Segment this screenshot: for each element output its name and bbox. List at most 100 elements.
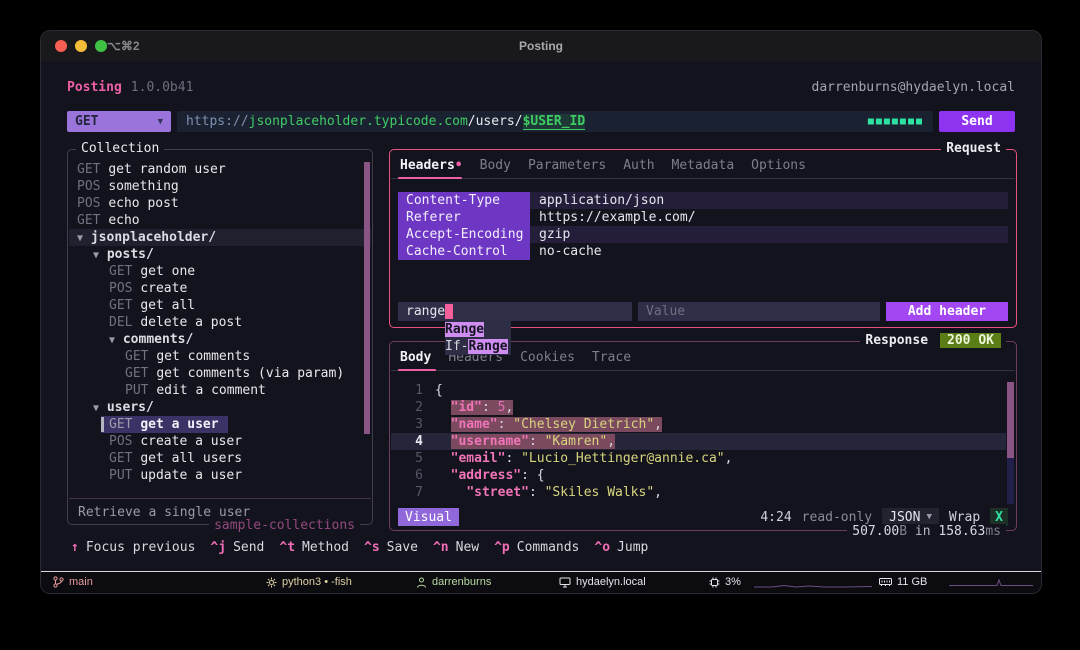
collection-item[interactable]: GET get random user [69,161,371,178]
tab-headers[interactable]: Headers• [400,158,463,173]
code-line[interactable]: 3 "name": "Chelsey Dietrich", [391,416,1006,433]
method-select[interactable]: GET ▼ [67,111,171,132]
autocomplete-option[interactable]: If-Range [445,338,511,355]
add-header-button[interactable]: Add header [886,302,1008,321]
wrap-label: Wrap [949,510,980,525]
status-badge: 200 OK [940,333,1001,348]
collection-item[interactable]: GET get a user [69,416,371,433]
tab-metadata[interactable]: Metadata [672,158,735,173]
autocomplete-option[interactable]: Range [445,321,511,338]
url-input[interactable]: https://jsonplaceholder.typicode.com/use… [177,111,933,132]
keybinding-label: Method [302,540,349,555]
tab-trace[interactable]: Trace [592,350,631,365]
code-line[interactable]: 1{ [391,382,1006,399]
url-path: /users/ [468,114,523,129]
request-method: GET [77,162,108,177]
tab-cookies[interactable]: Cookies [520,350,575,365]
token-punc: { [435,383,443,398]
header-name-input[interactable]: range [398,302,632,321]
request-tabs: Headers• Body Parameters Auth Metadata Option… [400,158,806,173]
tab-options[interactable]: Options [751,158,806,173]
keybinding[interactable]: ↑Focus previous [71,540,195,555]
keybinding[interactable]: ^sSave [364,540,418,555]
code-line[interactable]: 7 "street": "Skiles Walks", [391,484,1006,501]
collection-folder[interactable]: ▼ jsonplaceholder/ [69,229,371,246]
keybinding-label: New [456,540,479,555]
method-value: GET [75,114,98,129]
keybinding[interactable]: ^nNew [433,540,479,555]
response-body-editor[interactable]: 1{2 "id": 5,3 "name": "Chelsey Dietrich"… [391,382,1006,501]
collection-item[interactable]: GET get comments [69,348,371,365]
collection-item[interactable]: POS echo post [69,195,371,212]
titlebar: ⌥⌘2 Posting [41,31,1041,62]
tab-parameters[interactable]: Parameters [528,158,606,173]
collection-panel: Collection GET get random userPOS someth… [67,149,373,525]
token-punc: , [654,485,662,500]
header-name-cell: Referer [398,209,530,226]
token-str: "Skiles Walks" [545,485,655,500]
tab-body[interactable]: Body [400,350,431,365]
keybinding[interactable]: ^pCommands [494,540,579,555]
collection-folder[interactable]: ▼ posts/ [69,246,371,263]
header-name-cell: Cache-Control [398,243,530,260]
header-row[interactable]: Cache-Controlno-cache [398,243,1008,260]
collection-folder[interactable]: ▼ comments/ [69,331,371,348]
header-value-input[interactable]: Value [638,302,880,321]
keybinding-key: ^t [279,540,295,555]
code-line[interactable]: 2 "id": 5, [391,399,1006,416]
collection-item[interactable]: GET get all [69,297,371,314]
header-row[interactable]: Content-Typeapplication/json [398,192,1008,209]
keybinding[interactable]: ^jSend [210,540,264,555]
collection-item[interactable]: DEL delete a post [69,314,371,331]
collection-item[interactable]: POS something [69,178,371,195]
code-line[interactable]: 6 "address": { [391,467,1006,484]
send-button[interactable]: Send [939,111,1015,132]
header-value-cell: gzip [530,226,1008,243]
token-key: "email" [451,451,506,466]
keybinding-footer: ↑Focus previous ^jSend ^t Method ^sSave ^nNew… [71,540,648,555]
header-row[interactable]: Refererhttps://example.com/ [398,209,1008,226]
url-domain: jsonplaceholder.typicode.com [249,114,468,129]
keybinding[interactable]: ^oJump [594,540,648,555]
response-scrollbar-thumb[interactable] [1007,382,1014,458]
collection-item[interactable]: GET get comments (via param) [69,365,371,382]
response-scrollbar-track[interactable] [1007,382,1014,504]
collection-item[interactable]: PUT edit a comment [69,382,371,399]
terminal-content: Posting 1.0.0b41 darrenburns@hydaelyn.lo… [41,61,1041,593]
autocomplete-dropdown: RangeIf-Range [445,321,511,355]
collection-item[interactable]: GET echo [69,212,371,229]
code-line[interactable]: 5 "email": "Lucio_Hettinger@annie.ca", [391,450,1006,467]
folder-label: comments/ [115,332,193,347]
request-method: GET [109,416,140,433]
response-size: 507.00 [852,524,899,539]
tab-auth[interactable]: Auth [623,158,654,173]
header-row[interactable]: Accept-Encodinggzip [398,226,1008,243]
collection-scrollbar[interactable] [364,162,370,434]
keybinding[interactable]: ^t Method [279,540,349,555]
memory-sparkline [949,575,1033,590]
app-window: ⌥⌘2 Posting Posting 1.0.0b41 darrenburns… [40,30,1042,594]
app-name: Posting [67,80,122,95]
selection-cursor-bar [101,417,104,432]
option-prefix: If- [445,339,468,354]
selected-collection-item[interactable]: GET get a user [101,416,228,433]
status-segment-person: darrenburns [416,572,491,592]
status-segment-text: hydaelyn.local [576,576,646,588]
window-title: Posting [41,39,1041,53]
code-line[interactable]: 4 "username": "Kamren", [391,433,1006,450]
request-tabs-underline [391,178,1015,179]
collection-item[interactable]: PUT update a user [69,467,371,484]
request-method: POS [109,434,140,449]
collection-item[interactable]: GET get one [69,263,371,280]
active-tab-dot: • [455,158,463,173]
collection-folder[interactable]: ▼ users/ [69,399,371,416]
tab-body[interactable]: Body [480,158,511,173]
collection-item[interactable]: POS create [69,280,371,297]
collection-item[interactable]: POS create a user [69,433,371,450]
line-number: 5 [391,450,435,467]
token-punc: : [498,417,514,432]
collection-item[interactable]: GET get all users [69,450,371,467]
cpu-icon [709,577,720,588]
person-icon [416,577,427,588]
token-punc: : [482,400,498,415]
